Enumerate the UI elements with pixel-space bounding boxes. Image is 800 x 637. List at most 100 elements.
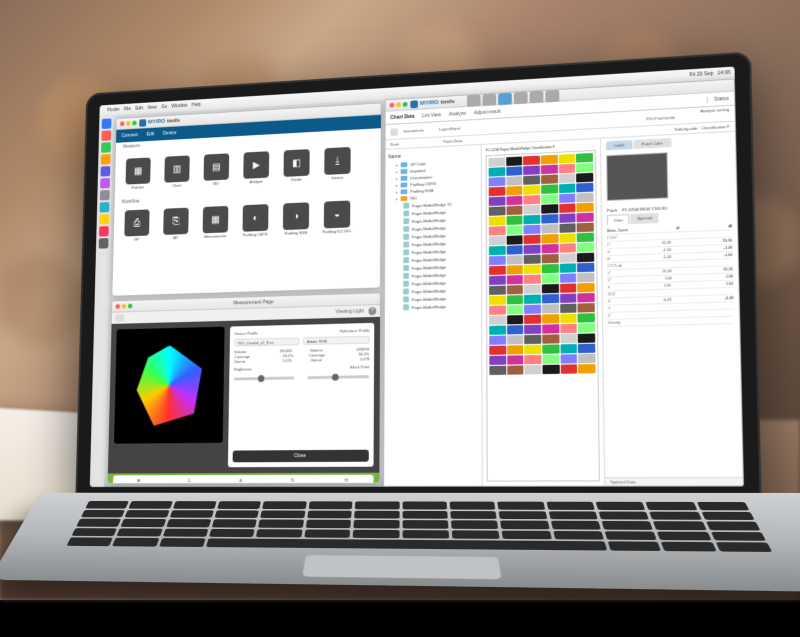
- launcher-tile[interactable]: ◧Profile: [280, 149, 314, 183]
- color-patch[interactable]: [507, 325, 524, 334]
- color-patch[interactable]: [559, 193, 576, 203]
- color-patch[interactable]: [559, 213, 576, 223]
- color-patch[interactable]: [489, 336, 506, 345]
- launcher-tile[interactable]: ▥Chart: [161, 155, 194, 188]
- color-patch[interactable]: [576, 183, 593, 193]
- color-patch[interactable]: [560, 334, 577, 344]
- color-patch[interactable]: [507, 355, 524, 364]
- color-patch[interactable]: [489, 366, 506, 375]
- color-patch[interactable]: [577, 193, 594, 203]
- color-patch[interactable]: [578, 344, 595, 354]
- color-patch[interactable]: [489, 296, 506, 305]
- color-patch[interactable]: [489, 286, 506, 295]
- color-patch[interactable]: [541, 204, 558, 214]
- dock-icon[interactable]: [99, 190, 109, 201]
- color-patch[interactable]: [525, 345, 542, 354]
- dock-icon[interactable]: [99, 202, 109, 213]
- color-patch[interactable]: [559, 253, 576, 263]
- color-patch[interactable]: [559, 223, 576, 233]
- launcher-tile[interactable]: ⎙GP: [121, 209, 153, 242]
- color-patch[interactable]: [541, 165, 558, 175]
- tab-adjust[interactable]: Adjust result: [474, 108, 501, 115]
- color-patch[interactable]: [541, 174, 558, 184]
- gamut-axis-controls[interactable]: ⊕Lab⟲: [113, 475, 374, 484]
- tool-icon[interactable]: [514, 91, 528, 103]
- color-patch[interactable]: [489, 346, 506, 355]
- launcher-tile[interactable]: ▦Measurement: [199, 206, 232, 239]
- launcher-tile[interactable]: ▤ISO: [200, 153, 233, 186]
- color-patch[interactable]: [578, 323, 595, 333]
- color-patch[interactable]: [577, 253, 594, 263]
- color-patch[interactable]: [542, 294, 559, 304]
- traffic-lights[interactable]: [389, 102, 407, 108]
- color-patch[interactable]: [542, 284, 559, 294]
- color-patch[interactable]: [576, 173, 593, 183]
- color-patch[interactable]: [559, 184, 576, 194]
- color-patch[interactable]: [560, 273, 577, 283]
- color-patch[interactable]: [578, 313, 595, 323]
- blackpoint-slider[interactable]: [307, 375, 369, 379]
- color-patch[interactable]: [524, 284, 541, 294]
- toolbar-tab-connect[interactable]: Connect: [121, 132, 137, 138]
- traffic-lights[interactable]: [120, 121, 137, 127]
- color-patch[interactable]: [523, 165, 540, 175]
- color-patch[interactable]: [489, 206, 505, 216]
- color-patch[interactable]: [489, 226, 505, 236]
- color-patch[interactable]: [489, 246, 505, 255]
- color-patch[interactable]: [524, 274, 541, 284]
- dock-icon[interactable]: [100, 154, 110, 165]
- color-patch[interactable]: [559, 203, 576, 213]
- view-mode-3d-icon[interactable]: [115, 314, 124, 322]
- app-name[interactable]: Finder: [107, 107, 119, 113]
- color-patch[interactable]: [524, 264, 541, 274]
- color-patch[interactable]: [523, 175, 540, 185]
- dock-icon[interactable]: [101, 130, 111, 141]
- color-patch[interactable]: [578, 364, 595, 373]
- color-patch[interactable]: [489, 305, 506, 314]
- color-patch[interactable]: [524, 205, 541, 215]
- color-patch[interactable]: [525, 355, 542, 364]
- close-button[interactable]: Close: [233, 450, 369, 463]
- color-patch[interactable]: [559, 263, 576, 273]
- launcher-tile[interactable]: ⤓Device: [321, 147, 355, 181]
- dest-profile-field[interactable]: Adobe RGB: [303, 336, 369, 345]
- tool-icon[interactable]: [530, 90, 544, 102]
- color-patch[interactable]: [506, 225, 523, 235]
- color-patch[interactable]: [524, 235, 541, 245]
- color-patch[interactable]: [489, 236, 505, 246]
- color-patch[interactable]: [559, 233, 576, 243]
- color-patch[interactable]: [489, 266, 506, 275]
- color-patch[interactable]: [489, 256, 506, 265]
- color-patch[interactable]: [506, 166, 523, 176]
- dock-icon[interactable]: [99, 214, 109, 225]
- color-patch[interactable]: [525, 365, 542, 374]
- dock-icon[interactable]: [101, 118, 111, 129]
- launcher-tile[interactable]: ◑Profiling RGB: [279, 202, 313, 236]
- color-patch[interactable]: [560, 344, 577, 353]
- color-patch[interactable]: [524, 294, 541, 303]
- color-patch[interactable]: [489, 325, 506, 334]
- menu-edit[interactable]: Edit: [135, 106, 143, 112]
- color-patch[interactable]: [489, 177, 505, 187]
- color-patch[interactable]: [524, 185, 541, 195]
- launcher-tile[interactable]: ◒Profiling ICC DLL: [320, 200, 354, 234]
- color-patch[interactable]: [489, 197, 505, 207]
- color-patch[interactable]: [524, 305, 541, 314]
- tool-icon[interactable]: [545, 89, 559, 102]
- color-patch[interactable]: [489, 157, 505, 167]
- color-patch[interactable]: [541, 184, 558, 194]
- color-patch[interactable]: [489, 167, 505, 177]
- color-patch[interactable]: [506, 255, 523, 265]
- gamut-3d-view[interactable]: [114, 327, 225, 444]
- color-patch[interactable]: [559, 164, 576, 174]
- color-patch[interactable]: [542, 254, 559, 264]
- color-patch[interactable]: [558, 154, 575, 164]
- color-patch[interactable]: [524, 325, 541, 334]
- tool-icon[interactable]: [467, 94, 481, 106]
- color-patch[interactable]: [577, 273, 594, 283]
- color-patch[interactable]: [506, 156, 523, 166]
- brightness-slider[interactable]: [234, 376, 294, 380]
- color-patch[interactable]: [542, 244, 559, 254]
- color-patch[interactable]: [507, 305, 524, 314]
- color-patch[interactable]: [577, 213, 594, 223]
